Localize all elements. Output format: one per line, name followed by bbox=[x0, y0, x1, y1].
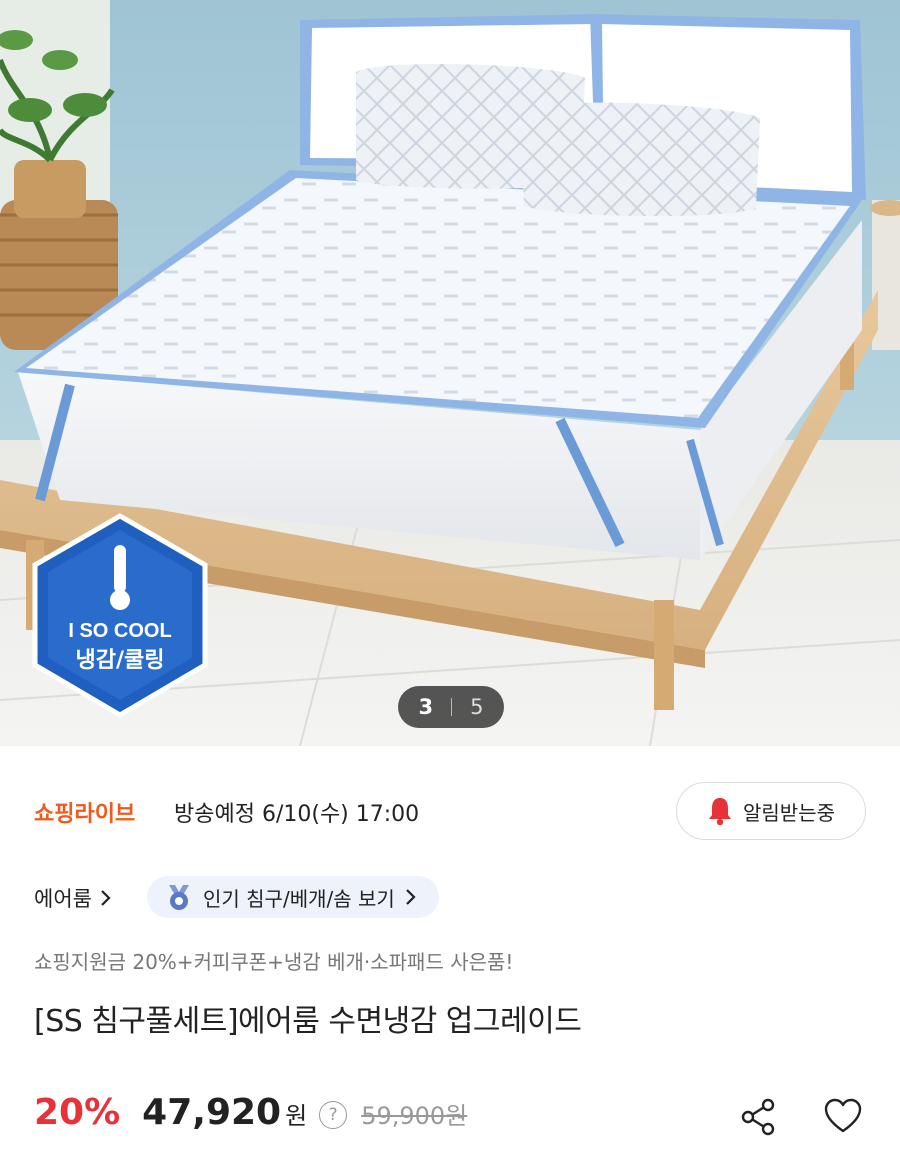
brand-link[interactable]: 에어룸 bbox=[34, 883, 112, 913]
image-counter-divider bbox=[451, 698, 453, 716]
broadcast-schedule: 방송예정 6/10(수) 17:00 bbox=[174, 802, 420, 827]
category-chip[interactable]: 인기 침구/베개/솜 보기 bbox=[147, 876, 439, 918]
price-row: 20% 47,920 원 ? 59,900원 bbox=[34, 1092, 467, 1142]
badge-line2: 냉감/쿨링 bbox=[76, 648, 165, 673]
chevron-right-icon bbox=[406, 889, 416, 905]
brand-name: 에어룸 bbox=[34, 887, 92, 911]
currency-unit: 원 bbox=[285, 1102, 308, 1130]
discount-rate: 20% bbox=[34, 1092, 121, 1133]
share-button[interactable] bbox=[738, 1096, 780, 1138]
category-chip-label: 인기 침구/베개/솜 보기 bbox=[203, 886, 395, 911]
badge-line1: I SO COOL bbox=[68, 620, 171, 642]
promo-text: 쇼핑지원금 20%+커피쿠폰+냉감 베개·소파패드 사은품! bbox=[34, 950, 514, 974]
wishlist-button[interactable] bbox=[822, 1096, 864, 1138]
product-title: [SS 침구풀세트]에어룸 수면냉감 업그레이드 bbox=[34, 1004, 582, 1039]
chevron-right-icon bbox=[101, 890, 111, 906]
alarm-button[interactable]: 알림받는중 bbox=[676, 782, 866, 840]
share-icon bbox=[741, 1098, 775, 1136]
original-price: 59,900원 bbox=[361, 1102, 468, 1130]
shopping-live-label[interactable]: 쇼핑라이브 bbox=[34, 796, 135, 828]
image-counter-current: 3 bbox=[418, 695, 434, 719]
live-broadcast-row: 쇼핑라이브 방송예정 6/10(수) 17:00 알림받는중 bbox=[0, 782, 900, 840]
heart-icon bbox=[824, 1098, 862, 1133]
image-counter: 3 5 bbox=[398, 686, 504, 728]
bell-icon bbox=[709, 798, 731, 826]
price-help-icon[interactable]: ? bbox=[319, 1101, 348, 1129]
image-counter-total: 5 bbox=[470, 695, 484, 719]
medal-icon bbox=[169, 885, 189, 910]
product-image-gallery[interactable]: I SO COOL 냉감/쿨링 3 5 bbox=[0, 0, 900, 746]
sale-price: 47,920 bbox=[142, 1092, 282, 1133]
alarm-button-label: 알림받는중 bbox=[743, 800, 835, 825]
product-photo: I SO COOL 냉감/쿨링 bbox=[0, 0, 900, 746]
